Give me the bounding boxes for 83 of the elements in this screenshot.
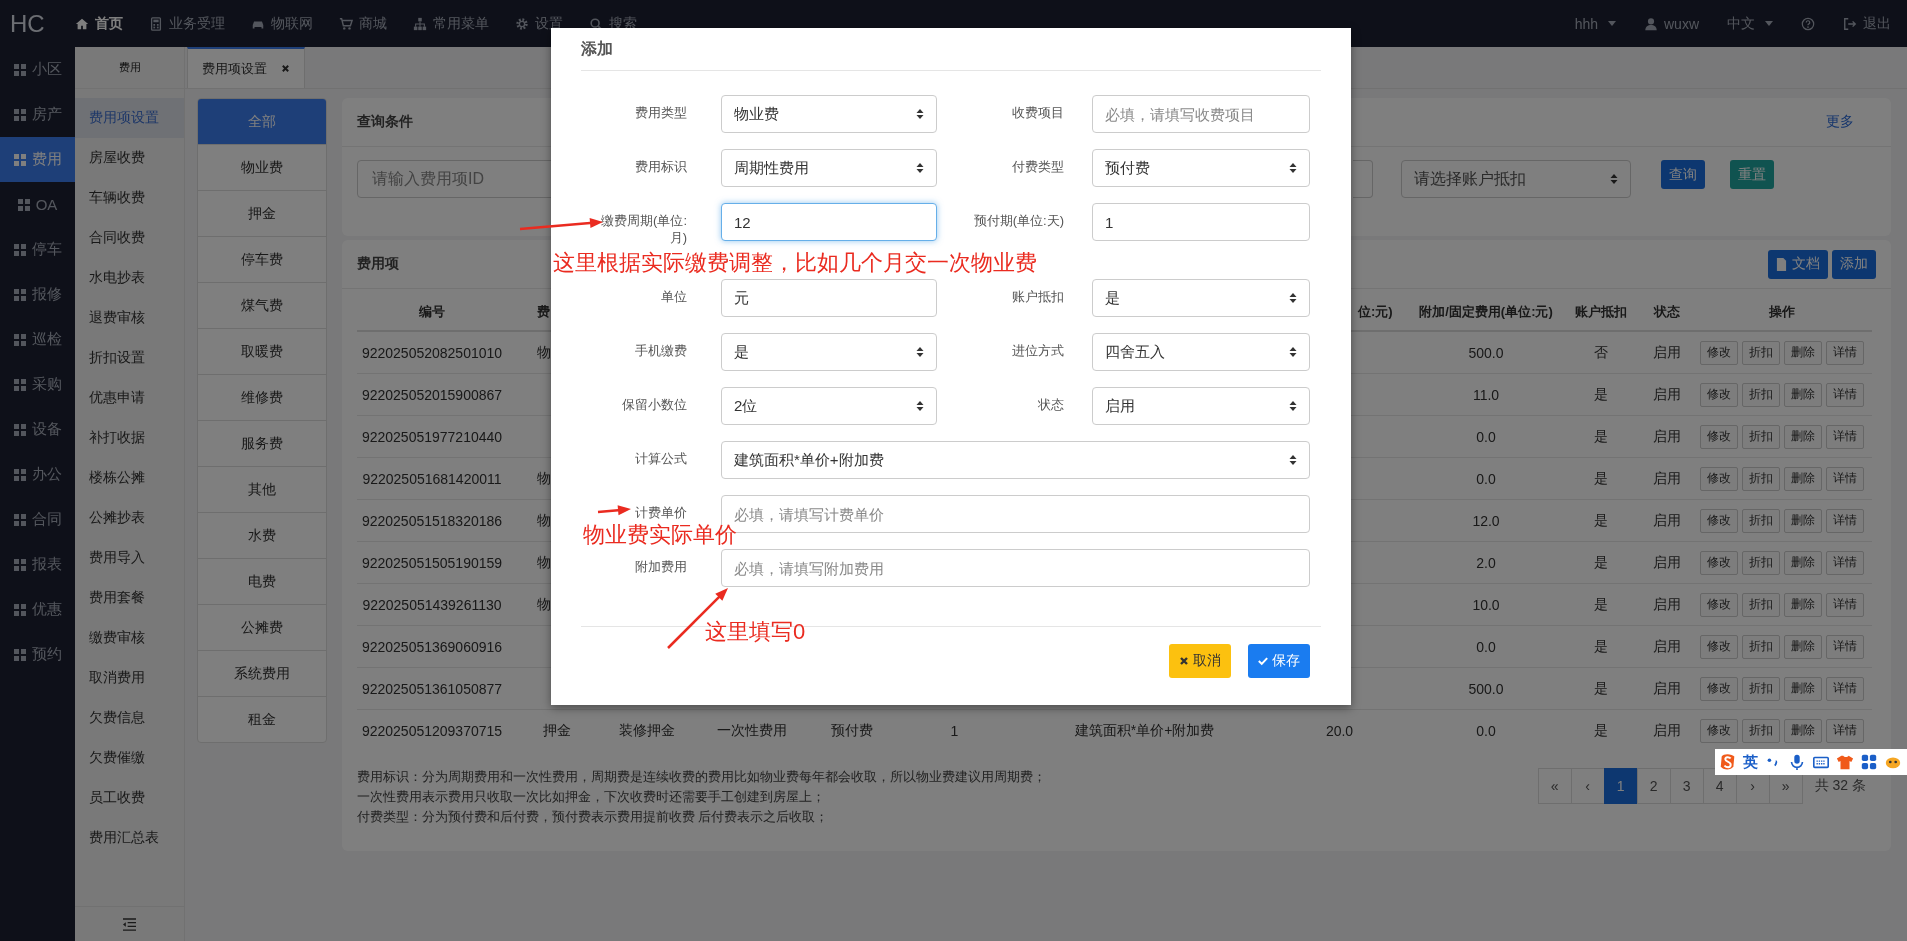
table-cell: 10.0 [1472,596,1500,613]
table-cell: 922025052015900867 [361,386,503,403]
table-cell: 12.0 [1472,512,1500,529]
table-cell: 922025051439261130 [362,596,502,613]
table-cell: 是 [1594,679,1608,696]
column-header: 编号 [419,303,445,319]
table-cell: 922025051681420011 [362,470,502,487]
table-cell: 启用 [1653,343,1681,360]
table-cell: 物 [537,595,551,612]
table-cell: 922025051369060916 [361,638,503,655]
table-cell: 是 [1594,469,1608,486]
total-count: 共 32 条 [1814,777,1866,795]
submenu-title: 费用 [118,60,141,75]
table-cell: 启用 [1653,637,1681,654]
column-header: 状态 [1654,303,1680,319]
annotation-text: 这里填写0 [705,620,806,644]
table-cell: 922025051518320186 [361,512,503,529]
table-cell: 一次性费用 [717,721,787,738]
table-cell: 0.0 [1476,428,1496,445]
dialog-title: 添加 [581,28,1321,71]
table-cell: 是 [1594,427,1608,444]
table-cell: 922025051505190159 [361,554,503,571]
table-cell: 预付费 [831,721,873,738]
table-cell: 20.0 [1325,722,1354,739]
table-cell: 0.0 [1476,470,1496,487]
table-cell: 是 [1594,553,1608,570]
field-label: 进位方式 [1012,342,1064,359]
field-label: 收费项目 [1012,104,1064,121]
field-label: 费用类型 [635,104,687,121]
table-cell: 押金 [543,721,571,738]
field-label: 保留小数位 [622,396,687,413]
table-cell: 1 [950,722,959,739]
table-cell: 启用 [1653,469,1681,486]
annotation-text: 这里根据实际缴费调整，比如几个月交一次物业费 [553,251,1037,275]
table-cell: 500.0 [1468,680,1504,697]
table-cell: 物 [537,469,551,486]
card-title: 查询条件 [357,113,413,131]
field-label: 计费单价 [635,504,687,521]
table-cell: 物 [537,553,551,570]
column-header: 操作 [1769,303,1795,319]
table-cell: 启用 [1653,553,1681,570]
table-cell: 物 [537,511,551,528]
field-label: 计算公式 [635,450,687,467]
field-label: 手机缴费 [635,342,687,359]
table-cell: 是 [1594,721,1608,738]
table-cell: 0.0 [1476,638,1496,655]
table-cell: 启用 [1653,721,1681,738]
table-cell: 922025052082501010 [361,344,503,361]
field-label: 单位 [661,288,687,305]
table-cell: 建筑面积*单价+附加费 [1074,721,1215,738]
table-cell: 500.0 [1468,344,1504,361]
column-header: 附加/固定费用(单位:元) [1419,303,1553,319]
table-cell: 启用 [1653,511,1681,528]
table-cell: 922025051977210440 [361,428,503,445]
column-header: 账户抵扣 [1575,303,1627,319]
card-title: 费用项 [357,255,399,273]
table-cell: 922025051361050877 [361,680,503,697]
field-label: 附加费用 [635,558,687,575]
field-label: 账户抵扣 [1012,288,1064,305]
table-cell: 是 [1594,511,1608,528]
field-label: 缴费周期(单位:月) [600,212,687,246]
field-label: 费用标识 [635,158,687,175]
field-label: 状态 [1038,396,1064,413]
table-cell: 是 [1594,385,1608,402]
table-cell: 否 [1594,343,1608,360]
logo: HC [9,9,46,38]
column-header: 位:元) [1358,303,1393,319]
field-label: 预付期(单位:天) [973,212,1064,229]
table-cell: 0.0 [1476,722,1496,739]
table-cell: 是 [1594,595,1608,612]
help-note: 付费类型：分为预付费和后付费，预付费表示费用提前收费 后付费表示之后收取； [357,809,830,826]
table-cell: 装修押金 [619,721,675,738]
table-cell: 启用 [1653,595,1681,612]
table-cell: 启用 [1653,427,1681,444]
table-cell: 物 [537,343,551,360]
table-cell: 是 [1594,637,1608,654]
table-cell: 2.0 [1476,554,1496,571]
table-cell: 922025051209370715 [361,722,503,739]
table-cell: 启用 [1653,385,1681,402]
table-cell: 启用 [1653,679,1681,696]
column-header: 费 [537,303,550,319]
field-label: 付费类型 [1012,158,1064,175]
table-cell: 11.0 [1472,386,1500,403]
